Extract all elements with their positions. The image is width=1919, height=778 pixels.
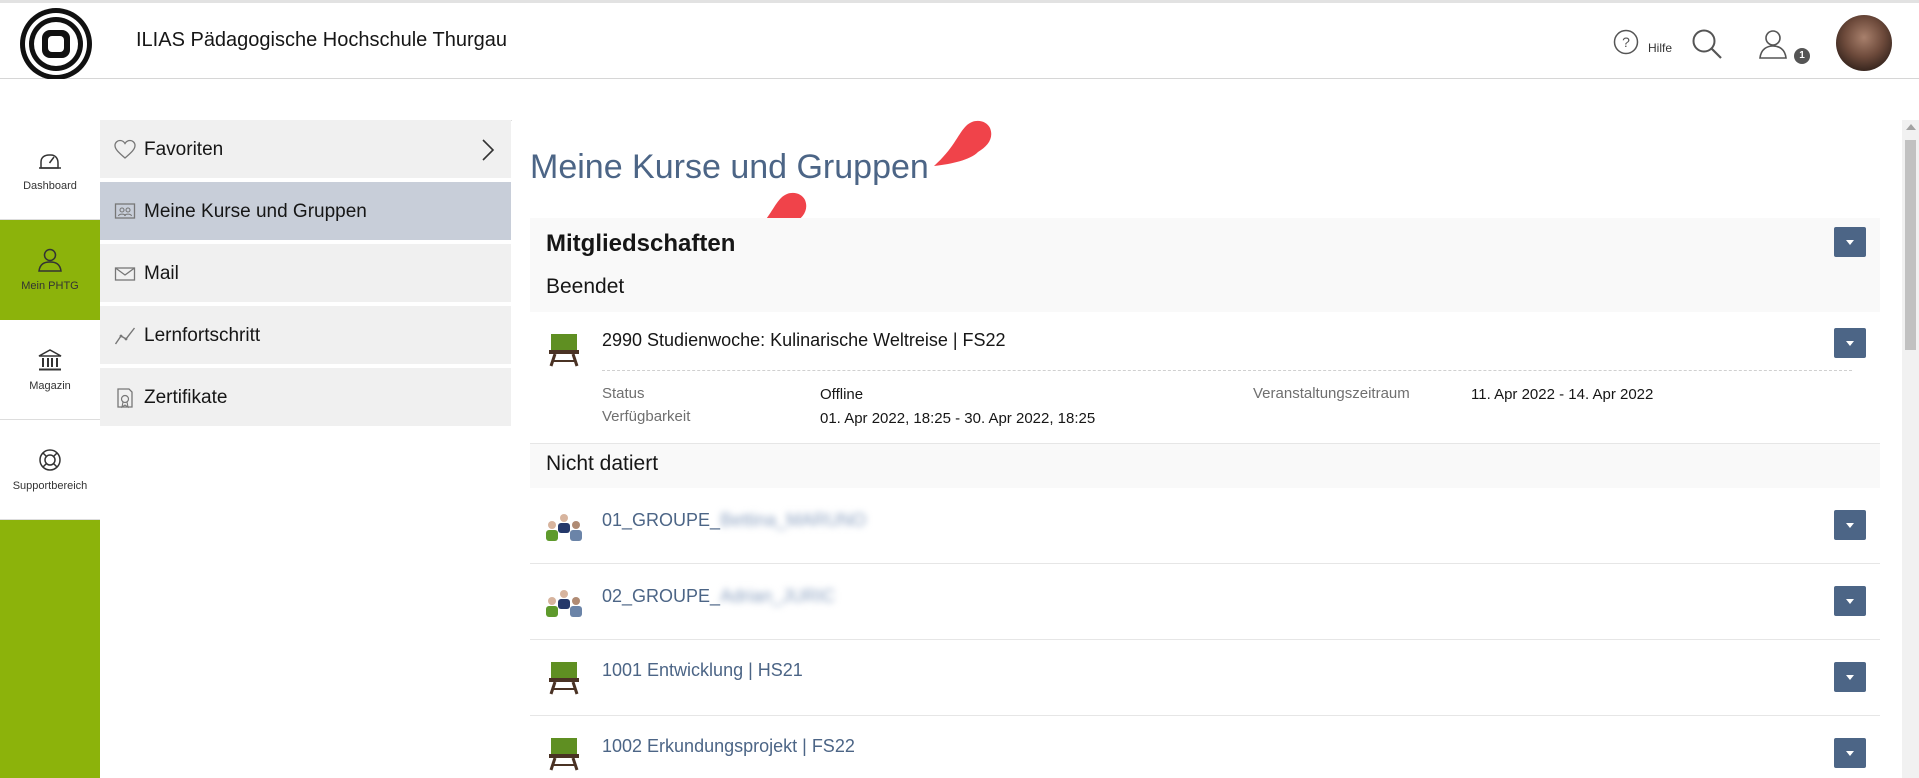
availability-value: 01. Apr 2022, 18:25 - 30. Apr 2022, 18:2… <box>820 410 1096 427</box>
slate-label-zertifikate: Zertifikate <box>144 387 228 408</box>
notifications-user-icon[interactable] <box>1757 27 1793 63</box>
app-title: ILIAS Pädagogische Hochschule Thurgau <box>136 29 507 51</box>
availability-label: Verfügbarkeit <box>602 408 691 425</box>
help-icon[interactable]: ? <box>1613 29 1639 55</box>
slate-label-favoriten: Favoriten <box>144 139 224 160</box>
list-item[interactable]: 1002 Erkundungsprojekt | FS22 <box>530 716 1880 778</box>
item-title-link[interactable]: 02_GROUPE_Adrian_JURIC <box>602 586 835 607</box>
mainbar-item-dashboard[interactable]: Dashboard <box>0 120 100 220</box>
notification-badge: 1 <box>1794 48 1810 64</box>
mainbar-label-dashboard: Dashboard <box>23 180 77 192</box>
heart-icon <box>114 139 136 159</box>
mainbar-item-supportbereich[interactable]: Supportbereich <box>0 420 100 520</box>
panel-title: Mitgliedschaften <box>546 230 736 257</box>
slate-label-meine-kurse: Meine Kurse und Gruppen <box>144 201 367 222</box>
user-icon <box>38 248 62 272</box>
group-icon <box>546 590 582 617</box>
slate-item-mail[interactable]: Mail <box>100 244 511 304</box>
mainbar-label-mein-phtg: Mein PHTG <box>21 280 79 292</box>
item-properties: Status Offline Verfügbarkeit 01. Apr 202… <box>602 370 1852 427</box>
search-icon[interactable] <box>1690 27 1724 61</box>
mainbar-label-supportbereich: Supportbereich <box>12 480 88 492</box>
main-content: Meine Kurse und Gruppen Mitgliedschaften… <box>512 120 1904 778</box>
lifebuoy-icon <box>39 449 61 471</box>
item-actions-dropdown[interactable] <box>1834 586 1866 616</box>
list-item[interactable]: 01_GROUPE_Bettina_MARUNO <box>530 488 1880 564</box>
slate-item-lernfortschritt[interactable]: Lernfortschritt <box>100 306 511 366</box>
period-label: Veranstaltungszeitraum <box>1253 385 1410 402</box>
mainbar-item-magazin[interactable]: Magazin <box>0 320 100 420</box>
scroll-up-icon[interactable] <box>1906 124 1916 130</box>
mainbar-label-magazin: Magazin <box>29 380 71 392</box>
course-icon <box>549 334 579 367</box>
annotation-marker-icon <box>934 120 992 166</box>
scrollbar-thumb[interactable] <box>1905 140 1916 350</box>
chevron-right-icon <box>482 139 495 161</box>
mainbar-item-mein-phtg[interactable]: Mein PHTG <box>0 220 100 320</box>
progress-icon <box>114 327 136 345</box>
item-actions-dropdown[interactable] <box>1834 662 1866 692</box>
svg-text:?: ? <box>1622 34 1630 50</box>
panel-actions-dropdown[interactable] <box>1834 227 1866 257</box>
item-actions-dropdown[interactable] <box>1834 738 1866 768</box>
page-title: Meine Kurse und Gruppen <box>530 148 929 186</box>
vertical-scrollbar[interactable] <box>1902 120 1919 778</box>
period-value: 11. Apr 2022 - 14. Apr 2022 <box>1471 386 1654 403</box>
slate-menu: Favoriten Meine Kurse und Gruppen Mail L… <box>100 120 511 778</box>
list-item[interactable]: 1001 Entwicklung | HS21 <box>530 640 1880 716</box>
mainbar: Dashboard Mein PHTG Magazin Supportberei… <box>0 120 100 778</box>
status-value: Offline <box>820 386 864 403</box>
courses-icon <box>114 203 136 219</box>
mail-icon <box>114 267 136 281</box>
group-icon <box>546 514 582 541</box>
slate-item-zertifikate[interactable]: Zertifikate <box>100 368 511 428</box>
dashboard-icon <box>39 154 61 169</box>
course-icon <box>549 662 579 695</box>
repository-icon <box>38 349 62 371</box>
item-title-link[interactable]: 1001 Entwicklung | HS21 <box>602 660 803 681</box>
slate-label-mail: Mail <box>144 263 179 284</box>
top-header: ILIAS Pädagogische Hochschule Thurgau ? … <box>0 0 1919 82</box>
list-item[interactable]: 02_GROUPE_Adrian_JURIC <box>530 564 1880 640</box>
memberships-panel: Mitgliedschaften Beendet 2990 Studienwoc… <box>530 218 1880 778</box>
item-actions-dropdown[interactable] <box>1834 328 1866 358</box>
slate-item-favoriten[interactable]: Favoriten <box>100 120 511 180</box>
item-actions-dropdown[interactable] <box>1834 510 1866 540</box>
certificate-icon <box>117 388 133 409</box>
item-title-link[interactable]: 01_GROUPE_Bettina_MARUNO <box>602 510 866 531</box>
slate-item-meine-kurse[interactable]: Meine Kurse und Gruppen <box>100 182 511 242</box>
group-header-ended: Beendet <box>546 275 625 298</box>
status-label: Status <box>602 385 645 402</box>
ilias-logo-icon[interactable] <box>18 6 94 82</box>
slate-label-lernfortschritt: Lernfortschritt <box>144 325 261 346</box>
list-item[interactable]: 2990 Studienwoche: Kulinarische Weltreis… <box>530 312 1880 444</box>
course-icon <box>549 738 579 771</box>
group-header-undated: Nicht datiert <box>546 452 659 475</box>
help-label[interactable]: Hilfe <box>1648 41 1672 55</box>
item-title-link[interactable]: 1002 Erkundungsprojekt | FS22 <box>602 736 855 757</box>
item-title[interactable]: 2990 Studienwoche: Kulinarische Weltreis… <box>602 330 1006 351</box>
avatar[interactable] <box>1836 15 1892 71</box>
meta-bar <box>0 79 1919 121</box>
